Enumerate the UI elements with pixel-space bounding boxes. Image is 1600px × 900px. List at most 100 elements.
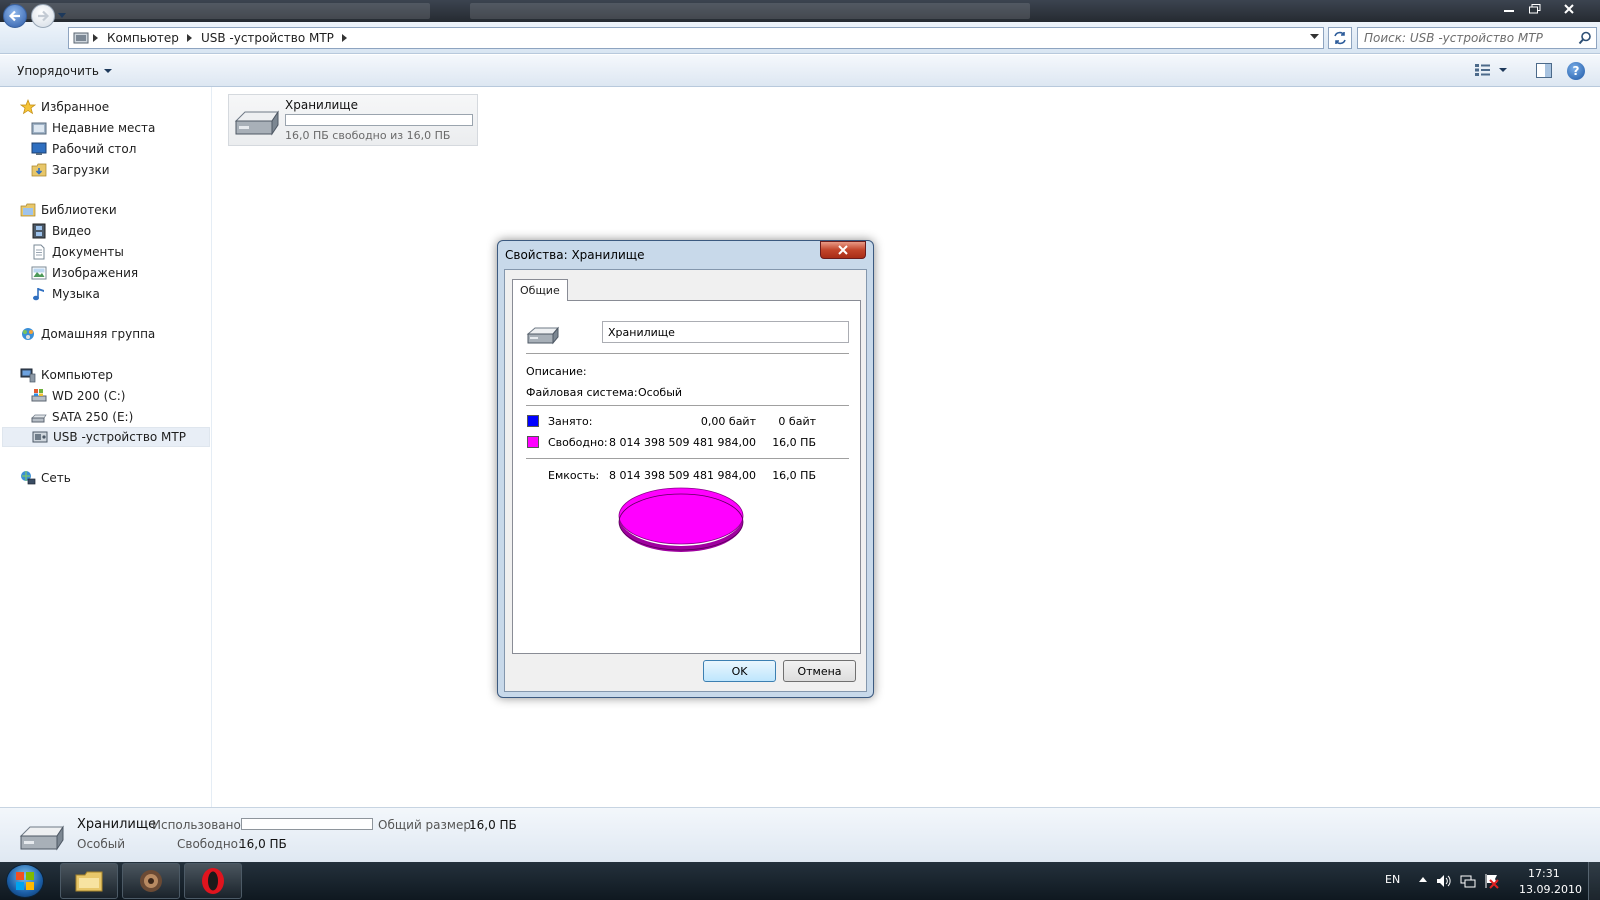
breadcrumb-computer[interactable]: Компьютер (107, 31, 179, 45)
organize-label: Упорядочить (17, 64, 99, 78)
sidebar-item-recent[interactable]: Недавние места (31, 118, 155, 138)
restore-button[interactable] (1522, 0, 1548, 18)
arrow-right-icon (38, 10, 50, 22)
sidebar-item-computer[interactable]: Компьютер (20, 365, 113, 385)
minimize-icon (1504, 10, 1514, 12)
sidebar-item-network[interactable]: Сеть (20, 468, 71, 488)
used-label: Занято: (548, 415, 593, 428)
sidebar-item-favorites[interactable]: Избранное (20, 97, 109, 117)
video-library-icon (32, 223, 46, 239)
system-drive-icon (31, 389, 47, 402)
star-icon (20, 99, 36, 115)
chevron-right-icon[interactable] (341, 34, 348, 42)
sidebar-item-documents[interactable]: Документы (31, 242, 124, 262)
search-icon[interactable] (1578, 31, 1592, 45)
taskbar: EN 17:31 13.09.2010 (0, 862, 1600, 900)
mtp-device-icon (32, 431, 48, 443)
divider (526, 405, 849, 406)
storage-tile[interactable]: Хранилище 16,0 ПБ свободно из 16,0 ПБ (228, 94, 478, 146)
sidebar-item-usb-mtp[interactable]: USB -устройство МТР (2, 427, 210, 447)
clock-time[interactable]: 17:31 (1528, 867, 1560, 880)
titlebar-background-text (10, 3, 430, 19)
tab-general[interactable]: Общие (512, 279, 568, 301)
drive-name-field[interactable] (602, 321, 849, 343)
forward-button[interactable] (31, 4, 55, 28)
tile-free-space: 16,0 ПБ свободно из 16,0 ПБ (285, 129, 451, 142)
sidebar-item-homegroup[interactable]: Домашняя группа (20, 324, 155, 344)
minimize-button[interactable] (1496, 0, 1522, 18)
sidebar-label: Сеть (41, 471, 71, 485)
windows-logo-icon (16, 872, 34, 890)
dialog-body: Общие Описание: Файловая система: Особый… (504, 269, 867, 692)
filesystem-label: Файловая система: (526, 386, 638, 399)
music-library-icon (33, 288, 44, 301)
start-button[interactable] (6, 864, 44, 898)
sidebar-label: Загрузки (52, 163, 110, 177)
capacity-label: Емкость: (548, 469, 600, 482)
cancel-button[interactable]: Отмена (783, 660, 856, 682)
action-center-flag-icon[interactable] (1484, 873, 1500, 889)
close-icon (1564, 4, 1574, 14)
sidebar-item-images[interactable]: Изображения (31, 263, 138, 283)
organize-button[interactable]: Упорядочить (17, 64, 112, 78)
close-window-button[interactable] (1548, 0, 1590, 18)
divider (526, 353, 849, 354)
sidebar-item-downloads[interactable]: Загрузки (31, 160, 110, 180)
sidebar-label: Видео (52, 224, 92, 238)
search-input[interactable] (1358, 28, 1568, 48)
sidebar-item-music[interactable]: Музыка (31, 284, 100, 304)
description-label: Описание: (526, 365, 587, 378)
used-bytes: 0,00 байт (700, 415, 756, 428)
filesystem-value: Особый (638, 386, 683, 399)
details-free-label: Свободно: (177, 837, 243, 851)
search-box (1357, 27, 1597, 49)
volume-icon[interactable] (1436, 873, 1452, 889)
recent-pages-chevron-icon[interactable] (58, 13, 66, 19)
ok-button[interactable]: OK (703, 660, 776, 682)
refresh-icon (1334, 31, 1346, 45)
language-indicator[interactable]: EN (1385, 873, 1400, 886)
back-button[interactable] (3, 4, 27, 28)
sidebar-label: Изображения (52, 266, 139, 280)
chevron-right-icon[interactable] (186, 34, 193, 42)
used-color-swatch (527, 415, 539, 427)
preview-pane-icon[interactable] (1536, 63, 1552, 78)
taskbar-explorer-button[interactable] (60, 863, 118, 899)
drive-icon (234, 110, 279, 136)
clock-date[interactable]: 13.09.2010 (1519, 883, 1582, 896)
free-short: 16,0 ПБ (772, 436, 816, 449)
content-area (213, 87, 1600, 807)
opera-icon (202, 868, 224, 894)
sidebar-item-libraries[interactable]: Библиотеки (20, 200, 117, 220)
show-desktop-button[interactable] (1588, 862, 1600, 900)
help-icon[interactable]: ? (1567, 62, 1585, 80)
sidebar-item-drive-c[interactable]: WD 200 (C:) (31, 386, 125, 406)
refresh-button[interactable] (1328, 27, 1352, 49)
window-titlebar (0, 0, 1600, 22)
sidebar-label: Компьютер (41, 368, 113, 382)
address-history-chevron-icon[interactable] (1310, 34, 1319, 40)
address-bar[interactable]: Компьютер USB -устройство МТР (68, 27, 1324, 49)
chevron-right-icon[interactable] (93, 34, 99, 42)
details-free-value: 16,0 ПБ (239, 837, 287, 851)
sidebar-item-drive-e[interactable]: SATA 250 (E:) (31, 407, 133, 427)
network-status-icon[interactable] (1460, 873, 1476, 889)
storage-usage-bar (285, 114, 473, 126)
breadcrumb-usb-device[interactable]: USB -устройство МТР (201, 31, 334, 45)
sidebar-label: Документы (52, 245, 124, 259)
recent-places-icon (31, 122, 47, 135)
taskbar-app-button[interactable] (122, 863, 180, 899)
dialog-close-button[interactable] (820, 241, 866, 259)
chevron-up-icon[interactable] (1419, 877, 1427, 883)
sidebar-label: Музыка (52, 287, 100, 301)
sidebar-item-desktop[interactable]: Рабочий стол (31, 139, 136, 159)
sidebar-label: Библиотеки (41, 203, 117, 217)
sidebar-item-video[interactable]: Видео (31, 221, 91, 241)
capacity-bytes: 8 014 398 509 481 984,00 (609, 469, 756, 482)
drive-icon (19, 825, 64, 851)
pie-slice-free (618, 487, 744, 545)
change-view-button[interactable] (1475, 63, 1507, 77)
computer-device-icon (73, 32, 89, 44)
taskbar-opera-button[interactable] (184, 863, 242, 899)
sidebar-label: Домашняя группа (41, 327, 156, 341)
